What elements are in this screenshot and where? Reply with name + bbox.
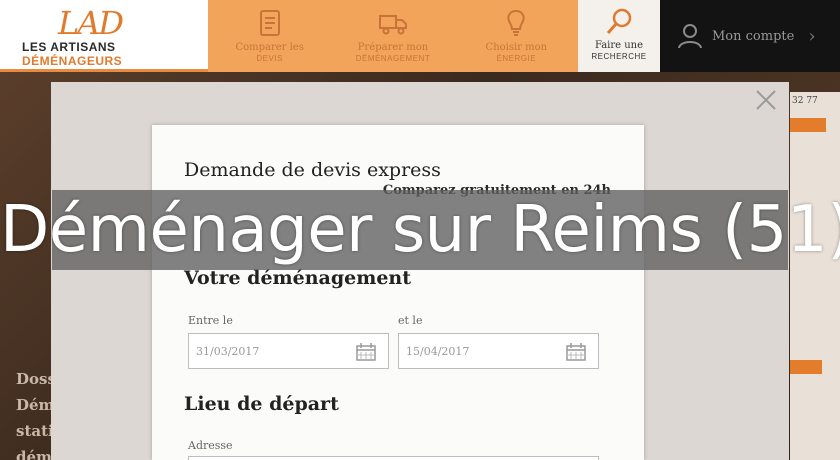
bg-orange-tab bbox=[790, 360, 822, 374]
bg-orange-tab bbox=[790, 118, 826, 132]
bg-line: dém bbox=[16, 448, 52, 460]
logo-text: LES ARTISANS DÉMÉNAGEURS bbox=[22, 40, 123, 68]
calendar-icon[interactable] bbox=[356, 343, 376, 361]
bg-line: Doss bbox=[16, 370, 56, 388]
quote-form: Demande de devis express Comparez gratui… bbox=[152, 125, 644, 460]
magnifier-icon bbox=[606, 8, 632, 34]
search-sub: RECHERCHE bbox=[591, 52, 647, 61]
nav-prepare-label: Préparer mon bbox=[357, 42, 429, 53]
bg-line: stati bbox=[16, 422, 54, 440]
from-date-label: Entre le bbox=[188, 314, 233, 327]
to-date-field[interactable]: 15/04/2017 bbox=[398, 333, 599, 369]
calendar-icon[interactable] bbox=[566, 343, 586, 361]
search-label: Faire une bbox=[594, 40, 644, 51]
close-icon[interactable] bbox=[754, 88, 778, 112]
section-departure: Lieu de départ bbox=[184, 393, 339, 415]
main-nav: Comparer les DEVIS Préparer mon DÉMÉNAGE… bbox=[208, 0, 578, 72]
nav-compare-label: Comparer les bbox=[235, 42, 304, 53]
page-title: Déménager sur Reims (51) bbox=[0, 193, 840, 267]
search-button[interactable]: Faire une RECHERCHE bbox=[578, 0, 660, 72]
nav-compare-quotes[interactable]: Comparer les DEVIS bbox=[208, 0, 331, 72]
account-label: Mon compte bbox=[712, 28, 795, 44]
form-title: Demande de devis express bbox=[184, 159, 441, 181]
logo-mark: LAD bbox=[58, 4, 124, 42]
from-date-value: 31/03/2017 bbox=[196, 345, 260, 358]
nav-energy-sub: ÉNERGIE bbox=[496, 54, 537, 63]
nav-prepare-move[interactable]: Préparer mon DÉMÉNAGEMENT bbox=[331, 0, 454, 72]
nav-prepare-sub: DÉMÉNAGEMENT bbox=[355, 54, 431, 63]
background-article-text: Doss Dém stati dém bbox=[16, 366, 56, 460]
nav-compare-sub: DEVIS bbox=[256, 54, 283, 63]
lightbulb-icon bbox=[507, 9, 525, 36]
nav-choose-energy[interactable]: Choisir mon ÉNERGIE bbox=[455, 0, 578, 72]
truck-icon bbox=[378, 15, 407, 35]
bg-line: Dém bbox=[16, 396, 55, 414]
nav-energy-label: Choisir mon bbox=[485, 42, 548, 53]
bg-phone: 32 77 bbox=[792, 96, 818, 106]
to-date-label: et le bbox=[398, 314, 423, 327]
user-icon bbox=[678, 24, 702, 49]
account-button[interactable]: Mon compte › bbox=[660, 0, 840, 72]
background-sidebar: 32 77 bbox=[790, 92, 840, 460]
from-date-field[interactable]: 31/03/2017 bbox=[188, 333, 389, 369]
chevron-right-icon: › bbox=[808, 25, 816, 47]
site-logo[interactable]: LAD LES ARTISANS DÉMÉNAGEURS bbox=[0, 0, 208, 72]
document-icon bbox=[259, 10, 280, 36]
address-input[interactable] bbox=[188, 456, 599, 460]
to-date-value: 15/04/2017 bbox=[406, 345, 470, 358]
address-label: Adresse bbox=[188, 439, 233, 452]
site-header: LAD LES ARTISANS DÉMÉNAGEURS Comparer le… bbox=[0, 0, 840, 72]
